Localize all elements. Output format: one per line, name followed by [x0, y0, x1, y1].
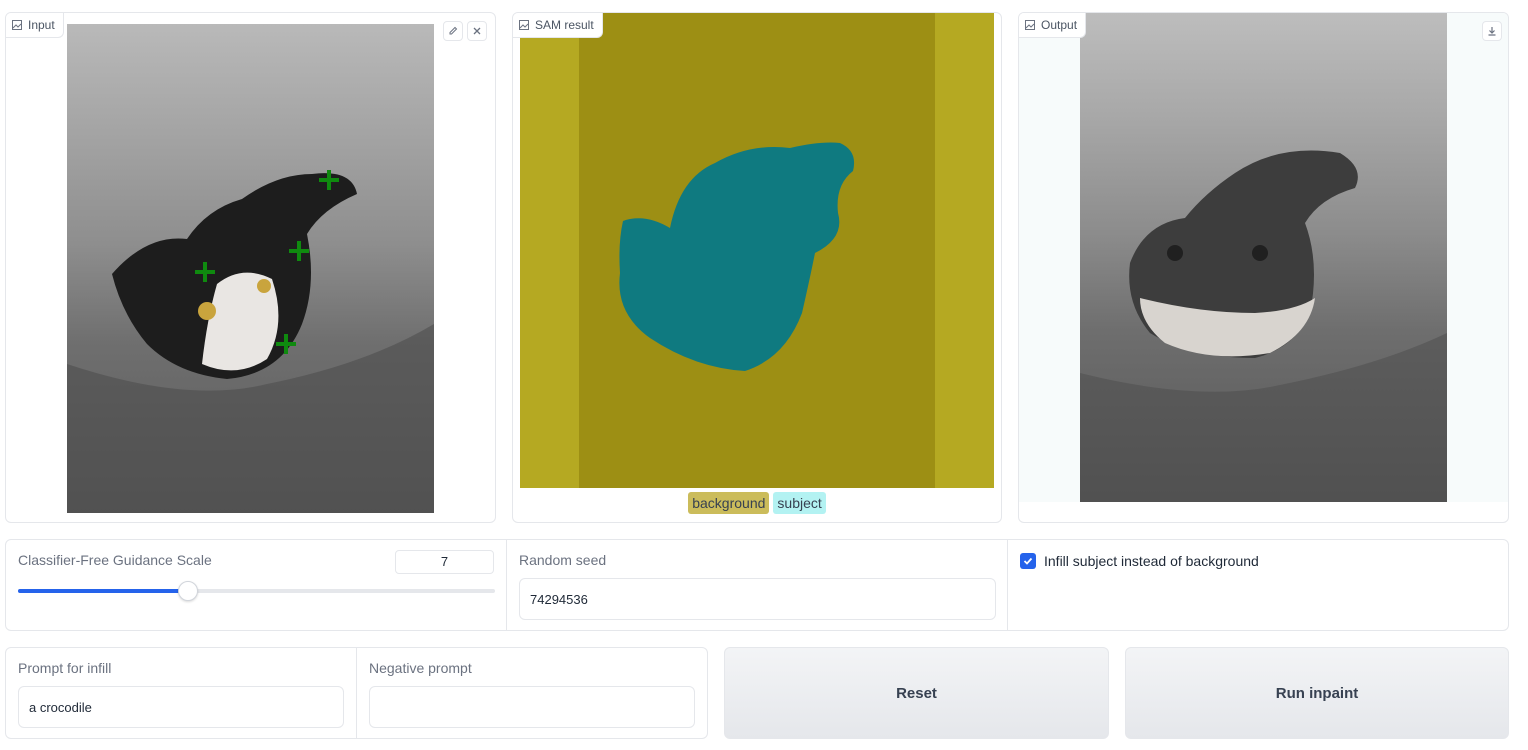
image-icon [1025, 20, 1035, 30]
guidance-slider-fill [18, 589, 188, 593]
seed-value: 74294536 [530, 591, 588, 607]
divider [1007, 540, 1008, 630]
input-image-panel: Input [5, 12, 496, 523]
guidance-slider[interactable] [18, 589, 495, 593]
reset-button[interactable]: Reset [724, 647, 1109, 739]
seed-label: Random seed [519, 552, 607, 568]
output-label-tag: Output [1019, 13, 1087, 38]
output-label: Output [1041, 18, 1078, 32]
negative-prompt-input[interactable] [369, 686, 695, 728]
legend-background[interactable]: background [688, 492, 770, 514]
sam-label: SAM result [535, 18, 594, 32]
check-icon [1023, 557, 1033, 565]
guidance-label: Classifier-Free Guidance Scale [18, 552, 212, 568]
prompt-value: a crocodile [29, 699, 92, 715]
point-marker[interactable] [276, 334, 296, 354]
cat-illustration [67, 173, 434, 513]
sam-result-panel: SAM result background subject [512, 12, 1002, 523]
edit-button[interactable] [443, 21, 463, 41]
download-icon [1488, 27, 1496, 36]
input-image[interactable] [67, 24, 434, 513]
sam-label-tag: SAM result [513, 13, 603, 38]
input-label-tag: Input [6, 13, 64, 38]
crocodile-illustration [1080, 150, 1447, 502]
point-marker[interactable] [319, 170, 339, 190]
download-button[interactable] [1482, 21, 1502, 41]
pencil-icon [449, 26, 458, 35]
infill-subject-label[interactable]: Infill subject instead of background [1044, 553, 1259, 569]
divider [506, 540, 507, 630]
prompt-row: Prompt for infill a crocodile Negative p… [5, 647, 708, 739]
legend-subject[interactable]: subject [773, 492, 826, 514]
image-icon [12, 20, 22, 30]
clear-image-button[interactable] [467, 21, 487, 41]
prompt-input[interactable]: a crocodile [18, 686, 344, 728]
output-image-panel: Output [1018, 12, 1509, 523]
sam-segmentation-image [520, 13, 994, 488]
point-marker[interactable] [195, 262, 215, 282]
guidance-number-input[interactable]: 7 [395, 550, 494, 574]
segmentation-legend: background subject [513, 492, 1001, 514]
close-icon [473, 27, 481, 35]
subject-mask [619, 142, 855, 371]
point-marker[interactable] [289, 241, 309, 261]
image-icon [519, 20, 529, 30]
run-inpaint-button[interactable]: Run inpaint [1125, 647, 1509, 739]
output-image [1080, 13, 1447, 502]
divider [356, 648, 357, 738]
seed-input[interactable]: 74294536 [519, 578, 996, 620]
settings-row: Classifier-Free Guidance Scale 7 Random … [5, 539, 1509, 631]
negative-prompt-label: Negative prompt [369, 660, 472, 676]
guidance-slider-thumb[interactable] [178, 581, 198, 601]
prompt-label: Prompt for infill [18, 660, 112, 676]
infill-subject-checkbox[interactable] [1020, 553, 1036, 569]
input-label: Input [28, 18, 55, 32]
